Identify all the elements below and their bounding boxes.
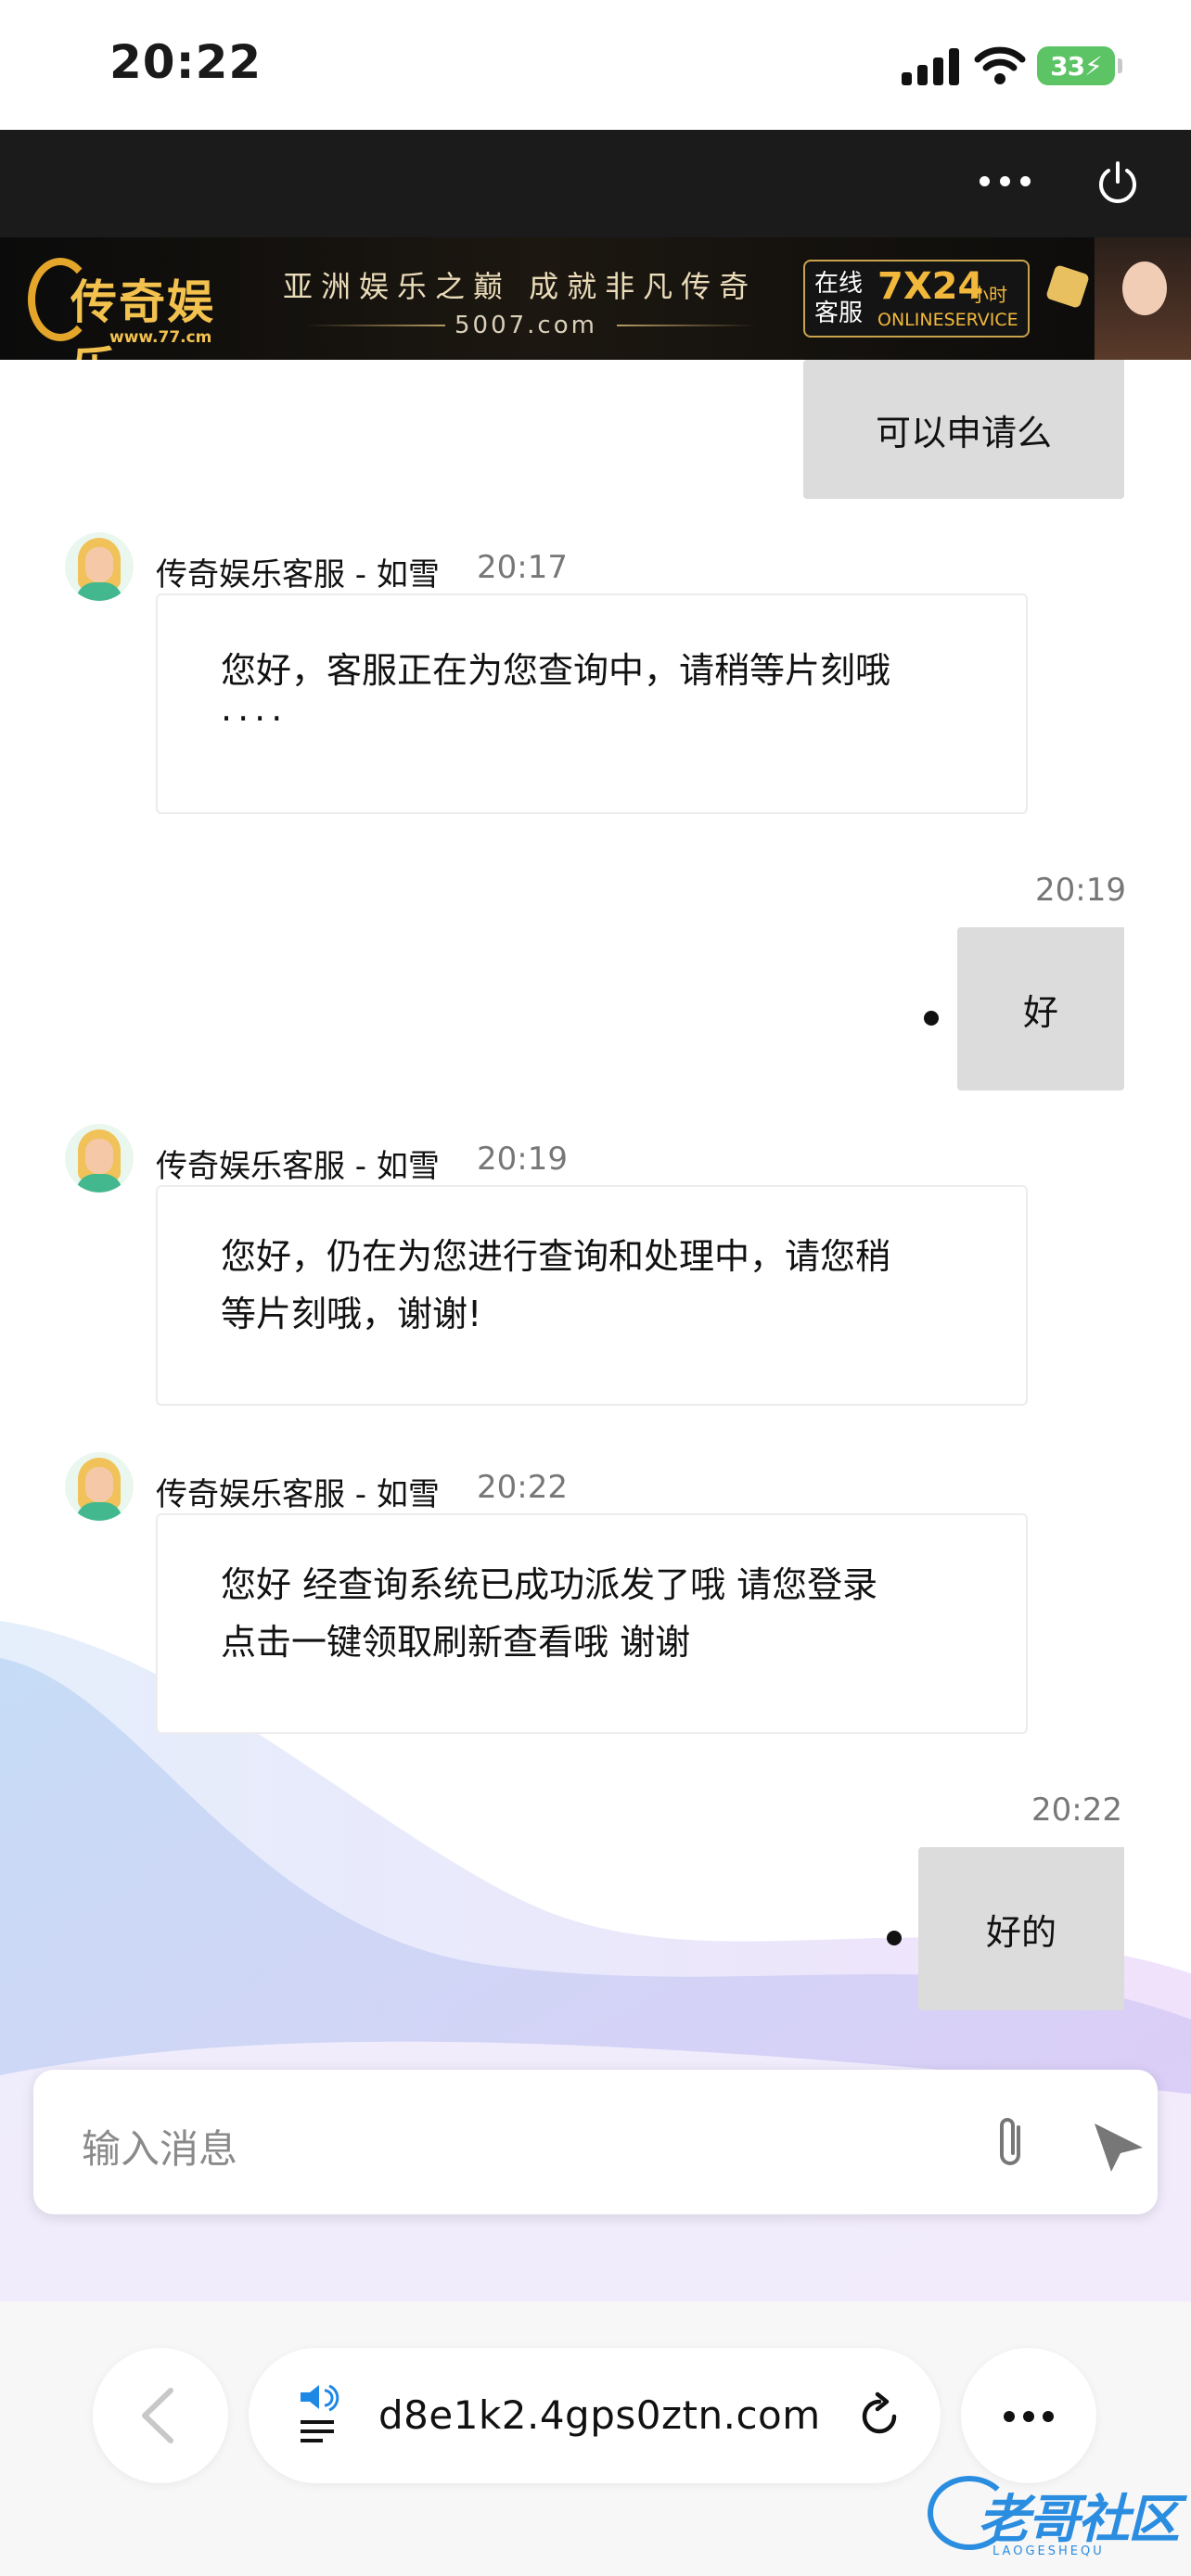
power-icon[interactable] (1095, 159, 1141, 206)
message-time: 20:19 (477, 1141, 568, 1178)
unread-dot (887, 1931, 902, 1945)
dice-icon (1045, 264, 1090, 309)
agent-message-bubble: 您好 经查询系统已成功派发了哦 请您登录 点击一键领取刷新查看哦 谢谢 (156, 1513, 1028, 1734)
avatar (65, 1452, 134, 1521)
message-line: 您好，仍在为您进行查询和处理中，请您稍 (221, 1236, 891, 1277)
watermark-sub: LAOGESHEQU (992, 2544, 1105, 2558)
watermark-text: 老哥社区 (978, 2490, 1180, 2550)
message-line: 您好，客服正在为您查询中，请稍等片刻哦 (221, 650, 891, 691)
banner-slogan: 亚洲娱乐之巅 成就非凡传奇 (283, 269, 758, 304)
avatar (65, 1124, 134, 1192)
reload-icon[interactable] (852, 2389, 907, 2444)
agent-message: 传奇娱乐客服 - 如雪 20:17 您好，客服正在为您查询中，请稍等片刻哦 ..… (65, 532, 1085, 829)
chevron-left-icon (142, 2388, 173, 2443)
url-text[interactable]: d8e1k2.4gps0ztn.com (378, 2392, 821, 2438)
banner-domain: 5007.com (455, 312, 597, 339)
agent-message-bubble: 您好，客服正在为您查询中，请稍等片刻哦 .... (156, 593, 1028, 814)
message-time: 20:22 (477, 1469, 568, 1506)
hostess-image (1095, 237, 1191, 360)
service-line1: 在线 (814, 270, 864, 298)
user-message-bubble: 可以申请么 (803, 360, 1124, 499)
divider (306, 325, 445, 326)
send-icon[interactable] (1085, 2114, 1150, 2179)
online-service-badge: 在线 客服 7X24 小时 ONLINESERVICE (803, 260, 1030, 338)
service-en: ONLINESERVICE (877, 310, 1018, 330)
message-line: .... (221, 688, 288, 729)
back-button[interactable] (93, 2348, 228, 2483)
message-text: 好 (1022, 991, 1058, 1033)
message-input-bar[interactable]: 输入消息 (33, 2070, 1158, 2214)
ellipsis-icon[interactable] (980, 176, 1035, 191)
service-hours: 7X24 (877, 265, 984, 308)
agent-name: 传奇娱乐客服 - 如雪 (156, 1148, 440, 1185)
service-hours-unit: 小时 (970, 284, 1007, 306)
battery-icon: 33 ⚡ (1037, 46, 1122, 85)
divider (617, 325, 756, 326)
message-text: 好的 (985, 1911, 1057, 1953)
top-bar (0, 130, 1191, 237)
message-time: 20:19 (1035, 872, 1126, 909)
message-line: 等片刻哦，谢谢! (221, 1294, 482, 1334)
promo-banner[interactable]: 传奇娱乐 www.77.cm 亚洲娱乐之巅 成就非凡传奇 5007.com 在线… (0, 237, 1191, 396)
logo-url: www.77.cm (109, 328, 212, 347)
message-line: 点击一键领取刷新查看哦 谢谢 (221, 1622, 691, 1663)
agent-message-bubble: 您好，仍在为您进行查询和处理中，请您稍 等片刻哦，谢谢! (156, 1185, 1028, 1406)
agent-message: 传奇娱乐客服 - 如雪 20:19 您好，仍在为您进行查询和处理中，请您稍 等片… (65, 1124, 1085, 1421)
watermark: 老哥社区 LAOGESHEQU (918, 2459, 1191, 2576)
address-bar[interactable]: d8e1k2.4gps0ztn.com (249, 2348, 941, 2483)
agent-message: 传奇娱乐客服 - 如雪 20:22 您好 经查询系统已成功派发了哦 请您登录 点… (65, 1452, 1085, 1749)
chat-area[interactable]: 可以申请么 传奇娱乐客服 - 如雪 20:17 您好，客服正在为您查询中，请稍等… (0, 360, 1191, 2302)
message-time: 20:22 (1031, 1792, 1122, 1829)
brand-logo: 传奇娱乐 www.77.cm (28, 249, 262, 396)
user-message-bubble: 好 (957, 927, 1124, 1090)
paperclip-icon[interactable] (978, 2111, 1043, 2175)
agent-name: 传奇娱乐客服 - 如雪 (156, 1476, 440, 1513)
avatar (65, 532, 134, 601)
agent-name: 传奇娱乐客服 - 如雪 (156, 556, 440, 593)
message-input[interactable]: 输入消息 (82, 2118, 237, 2174)
chat-page: 20:22 33⚡ 传奇娱乐 www.77.cm 亚洲娱乐之巅 成就非凡传奇 5… (0, 0, 1191, 2576)
message-text: 可以申请么 (875, 412, 1052, 453)
message-time: 20:17 (477, 549, 568, 586)
status-bar: 20:22 33 ⚡ (0, 0, 1191, 130)
unread-dot (924, 1011, 939, 1026)
wifi-icon (974, 46, 1026, 84)
status-time: 20:22 (109, 35, 263, 89)
cellular-signal-icon (902, 48, 961, 85)
service-line2: 客服 (814, 300, 864, 327)
battery-level: 33 (1050, 50, 1085, 82)
speaker-icon[interactable] (293, 2381, 358, 2446)
message-line: 您好 经查询系统已成功派发了哦 请您登录 (221, 1564, 878, 1605)
user-message-bubble: 好的 (918, 1847, 1124, 2010)
